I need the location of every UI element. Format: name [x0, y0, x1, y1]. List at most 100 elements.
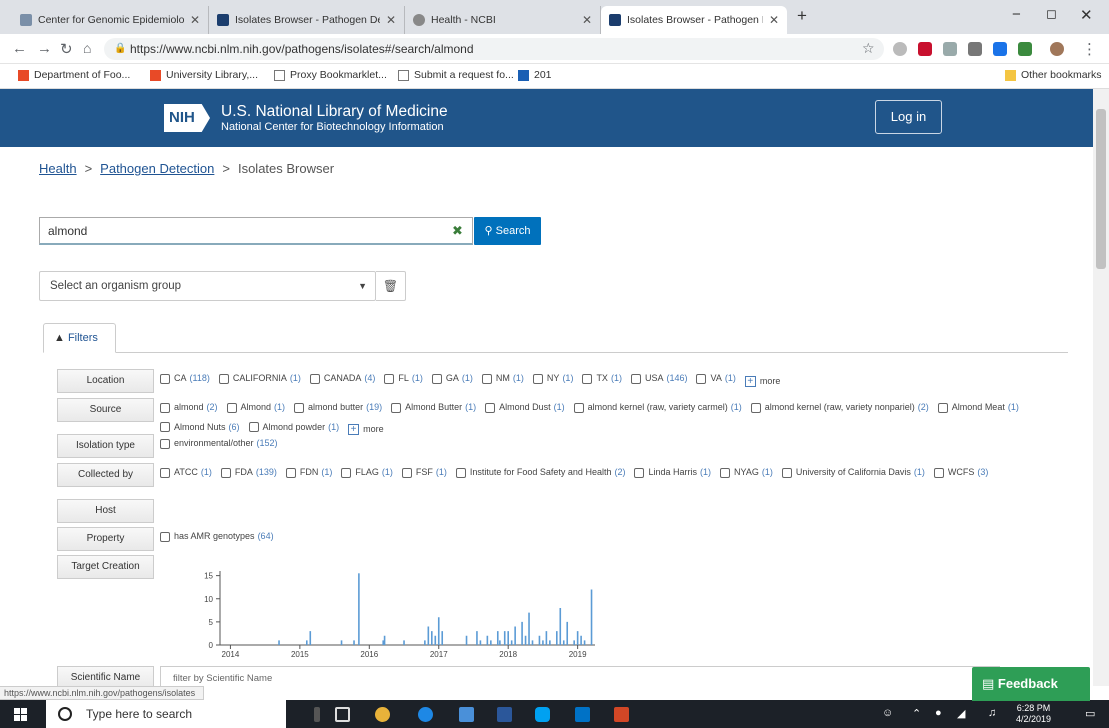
- location-option[interactable]: NY (1): [532, 370, 573, 387]
- checkbox[interactable]: [573, 402, 584, 413]
- taskbar-clock[interactable]: 6:28 PM 4/2/2019: [1016, 703, 1051, 725]
- url-field[interactable]: 🔒 https://www.ncbi.nlm.nih.gov/pathogens…: [104, 38, 884, 60]
- checkbox[interactable]: [226, 402, 237, 413]
- source-option[interactable]: Almond Dust (1): [485, 399, 565, 416]
- collected-by-option[interactable]: FLAG (1): [341, 464, 393, 481]
- scrollbar-thumb[interactable]: [1096, 109, 1106, 269]
- filter-label-source[interactable]: Source: [57, 398, 154, 422]
- other-bookmarks[interactable]: Other bookmarks: [1005, 69, 1102, 81]
- checkbox[interactable]: [160, 438, 170, 449]
- window-close-icon[interactable]: ✕: [1080, 6, 1093, 24]
- isolation-type-option[interactable]: environmental/other (152): [160, 435, 278, 452]
- checkbox[interactable]: [696, 373, 707, 384]
- checkbox[interactable]: [391, 402, 402, 413]
- close-icon[interactable]: ✕: [582, 13, 592, 27]
- checkbox[interactable]: [431, 373, 442, 384]
- checkbox[interactable]: [485, 402, 496, 413]
- back-arrow-icon[interactable]: ←: [12, 40, 27, 57]
- checkbox[interactable]: [455, 467, 466, 478]
- bookmark-item[interactable]: Submit a request fo...: [398, 69, 514, 81]
- checkbox[interactable]: [218, 373, 229, 384]
- powerpoint-icon[interactable]: [614, 707, 629, 722]
- location-option[interactable]: CANADA (4): [309, 370, 375, 387]
- checkbox[interactable]: [220, 467, 231, 478]
- edge-icon[interactable]: [418, 707, 433, 722]
- source-option[interactable]: almond kernel (raw, variety nonpariel) (2…: [750, 399, 929, 416]
- checkbox[interactable]: [294, 402, 305, 413]
- close-icon[interactable]: ✕: [386, 13, 396, 27]
- filter-label-location[interactable]: Location: [57, 369, 154, 393]
- source-option[interactable]: almond (2): [160, 399, 218, 416]
- checkbox[interactable]: [582, 373, 593, 384]
- extension-icon[interactable]: [1018, 42, 1032, 56]
- browser-tab-2[interactable]: Isolates Browser - Pathogen Det ✕: [209, 6, 405, 34]
- file-explorer-icon[interactable]: [459, 707, 474, 722]
- breadcrumb-pathogen-detection[interactable]: Pathogen Detection: [100, 161, 214, 176]
- checkbox[interactable]: [481, 373, 492, 384]
- location-option[interactable]: GA (1): [431, 370, 473, 387]
- forward-arrow-icon[interactable]: →: [37, 40, 52, 57]
- filter-label-host[interactable]: Host: [57, 499, 154, 523]
- notifications-icon[interactable]: ▭: [1085, 707, 1095, 720]
- close-icon[interactable]: ✕: [769, 13, 779, 27]
- menu-kebab-icon[interactable]: ⋮: [1082, 40, 1097, 58]
- breadcrumb-health[interactable]: Health: [39, 161, 77, 176]
- checkbox[interactable]: [248, 422, 259, 432]
- search-input[interactable]: almond ✖: [39, 217, 473, 245]
- checkbox[interactable]: [630, 373, 641, 384]
- clear-search-icon[interactable]: ✖: [452, 223, 463, 239]
- collected-by-option[interactable]: Linda Harris (1): [634, 464, 711, 481]
- collected-by-option[interactable]: WCFS (3): [933, 464, 988, 481]
- property-option[interactable]: has AMR genotypes (64): [160, 528, 274, 545]
- organism-group-select[interactable]: Select an organism group ▼: [39, 271, 376, 301]
- filter-label-collected-by[interactable]: Collected by: [57, 463, 154, 487]
- filter-label-property[interactable]: Property: [57, 527, 154, 551]
- bookmark-item[interactable]: University Library,...: [150, 69, 258, 81]
- extension-icon[interactable]: [993, 42, 1007, 56]
- extension-icon[interactable]: [968, 42, 982, 56]
- checkbox[interactable]: [160, 402, 170, 413]
- people-icon[interactable]: ☺: [882, 707, 893, 719]
- checkbox[interactable]: [341, 467, 352, 478]
- bookmark-star-icon[interactable]: ☆: [862, 40, 875, 57]
- taskbar-search-input[interactable]: Type here to search: [46, 700, 286, 728]
- collected-by-option[interactable]: ATCC (1): [160, 464, 212, 481]
- home-icon[interactable]: ⌂: [83, 40, 91, 56]
- chevron-up-icon[interactable]: ⌃: [912, 707, 921, 720]
- collected-by-option[interactable]: FSF (1): [401, 464, 447, 481]
- maximize-icon[interactable]: ◻: [1046, 6, 1057, 22]
- filter-label-isolation-type[interactable]: Isolation type: [57, 434, 154, 458]
- profile-avatar-icon[interactable]: [1050, 42, 1064, 56]
- location-option[interactable]: USA (146): [630, 370, 687, 387]
- chrome-icon[interactable]: [375, 707, 390, 722]
- windows-start-icon[interactable]: [14, 708, 27, 721]
- checkbox[interactable]: [309, 373, 320, 384]
- extension-icon[interactable]: [918, 42, 932, 56]
- collected-by-option[interactable]: FDA (139): [220, 464, 277, 481]
- checkbox[interactable]: [720, 467, 730, 478]
- source-option[interactable]: Almond (1): [226, 399, 285, 416]
- feedback-button[interactable]: ▤ Feedback: [972, 667, 1090, 701]
- checkbox[interactable]: [933, 467, 944, 478]
- scientific-name-input[interactable]: filter by Scientific Name: [160, 666, 1000, 686]
- source-option[interactable]: Almond Nuts (6): [160, 419, 240, 436]
- tab-filters[interactable]: ▲ Filters: [43, 323, 116, 353]
- checkbox[interactable]: [384, 373, 395, 384]
- network-icon[interactable]: ●: [935, 707, 942, 719]
- collected-by-option[interactable]: University of California Davis (1): [781, 464, 925, 481]
- source-option[interactable]: almond butter (19): [294, 399, 382, 416]
- checkbox[interactable]: [750, 402, 761, 413]
- outlook-icon[interactable]: [575, 707, 590, 722]
- browser-tab-3[interactable]: Health - NCBI ✕: [405, 6, 601, 34]
- location-option[interactable]: TX (1): [582, 370, 622, 387]
- checkbox[interactable]: [532, 373, 543, 384]
- extension-icon[interactable]: [943, 42, 957, 56]
- source-option[interactable]: Almond powder (1): [248, 419, 339, 436]
- extension-icon[interactable]: [893, 42, 907, 56]
- bookmark-item[interactable]: Proxy Bookmarklet...: [274, 69, 387, 81]
- browser-tab-4-active[interactable]: Isolates Browser - Pathogen Dete ✕: [601, 6, 787, 34]
- close-icon[interactable]: ✕: [190, 13, 200, 27]
- checkbox[interactable]: [285, 467, 296, 478]
- location-option[interactable]: VA (1): [696, 370, 736, 387]
- source-option[interactable]: Almond Meat (1): [937, 399, 1019, 416]
